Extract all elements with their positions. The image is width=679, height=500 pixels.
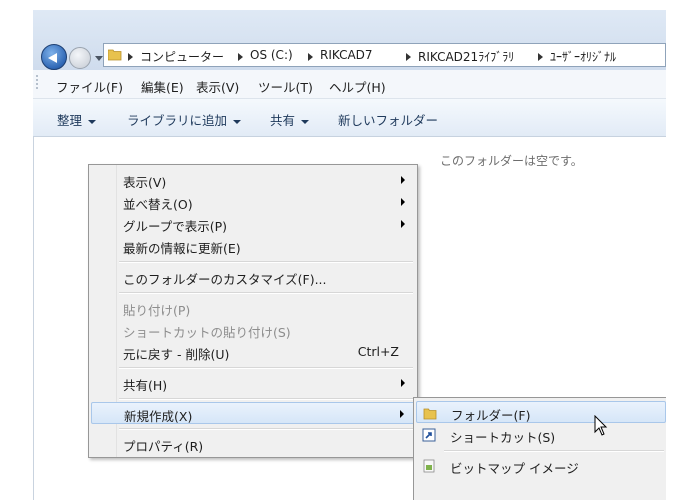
menu-bar-grip <box>36 75 38 91</box>
breadcrumb-rikcad7[interactable]: RIKCAD7 <box>320 48 373 62</box>
command-bar: 整理 ライブラリに追加 共有 新しいフォルダー <box>33 99 666 137</box>
recent-pages-dropdown-icon[interactable] <box>95 56 103 61</box>
menu-tools[interactable]: ツール(T) <box>258 77 313 96</box>
folder-icon <box>423 408 437 420</box>
share-button[interactable]: 共有 <box>270 110 310 129</box>
organize-label: 整理 <box>57 113 83 128</box>
menu-view[interactable]: 表示(V) <box>196 77 239 96</box>
menu-separator <box>119 398 413 400</box>
ctx-item-properties[interactable]: プロパティ(R) <box>91 433 415 455</box>
ctx-item-undo-shortcut: Ctrl+Z <box>357 344 399 359</box>
ctx-item-undo[interactable]: 元に戻す - 削除(U) Ctrl+Z <box>91 341 415 363</box>
organize-button[interactable]: 整理 <box>57 110 97 129</box>
bitmap-image-icon <box>423 459 435 473</box>
breadcrumb-separator-icon[interactable] <box>538 53 543 61</box>
ctx-item-paste-shortcut: ショートカットの貼り付け(S) <box>91 319 415 341</box>
chevron-down-icon <box>88 119 97 124</box>
breadcrumb-separator-icon[interactable] <box>128 53 133 61</box>
submenu-bitmap-label: ビットマップ イメージ <box>450 461 579 476</box>
forward-arrow-icon[interactable] <box>69 47 91 69</box>
menu-separator <box>119 261 413 263</box>
ctx-item-view-label: 表示(V) <box>123 175 167 190</box>
ctx-item-paste: 貼り付け(P) <box>91 297 415 319</box>
ctx-item-new-label: 新規作成(X) <box>124 409 193 424</box>
ctx-item-paste-label: 貼り付け(P) <box>123 303 191 318</box>
ctx-item-refresh[interactable]: 最新の情報に更新(E) <box>91 235 415 257</box>
context-menu: 表示(V) 並べ替え(O) グループで表示(P) 最新の情報に更新(E) このフ… <box>88 164 418 458</box>
menu-separator <box>119 428 413 430</box>
submenu-item-folder[interactable]: フォルダー(F) <box>416 401 666 423</box>
menu-separator <box>119 367 413 369</box>
chevron-down-icon <box>233 119 242 124</box>
breadcrumb-user-original[interactable]: ﾕｰｻﾞｰｵﾘｼﾞﾅﾙ <box>550 48 616 65</box>
share-label: 共有 <box>270 113 296 128</box>
ctx-item-share[interactable]: 共有(H) <box>91 372 415 394</box>
ctx-item-refresh-label: 最新の情報に更新(E) <box>123 241 241 256</box>
breadcrumb-drive-c[interactable]: OS (C:) <box>250 48 293 62</box>
breadcrumb-rikcad21-library[interactable]: RIKCAD21ﾗｲﾌﾞﾗﾘ <box>418 48 514 65</box>
navigation-bar: コンピューター OS (C:) RIKCAD7 RIKCAD21ﾗｲﾌﾞﾗﾘ ﾕ… <box>33 10 666 70</box>
menu-bar: ファイル(F) 編集(E) 表示(V) ツール(T) ヘルプ(H) <box>33 70 666 99</box>
new-folder-button[interactable]: 新しいフォルダー <box>338 110 438 129</box>
ctx-item-sort-by[interactable]: 並べ替え(O) <box>91 191 415 213</box>
submenu-arrow-icon <box>401 220 405 228</box>
empty-folder-message: このフォルダーは空です。 <box>440 154 583 168</box>
mouse-cursor-icon <box>594 415 608 436</box>
ctx-item-paste-shortcut-label: ショートカットの貼り付け(S) <box>123 325 291 340</box>
ctx-item-undo-label: 元に戻す - 削除(U) <box>123 347 230 362</box>
submenu-arrow-icon <box>401 379 405 387</box>
add-to-library-button[interactable]: ライブラリに追加 <box>127 110 242 129</box>
ctx-item-customize-label: このフォルダーのカスタマイズ(F)... <box>123 272 327 287</box>
shortcut-icon <box>422 428 436 442</box>
ctx-item-customize[interactable]: このフォルダーのカスタマイズ(F)... <box>91 266 415 288</box>
menu-separator <box>444 450 664 452</box>
menu-separator <box>119 292 413 294</box>
ctx-item-properties-label: プロパティ(R) <box>123 439 204 454</box>
folder-icon <box>108 49 122 61</box>
ctx-item-group-label: グループで表示(P) <box>123 219 228 234</box>
new-submenu: フォルダー(F) ショートカット(S) ビットマップ イメージ <box>413 397 666 500</box>
ctx-item-share-label: 共有(H) <box>123 378 168 393</box>
add-to-library-label: ライブラリに追加 <box>127 113 228 128</box>
submenu-arrow-icon <box>400 410 404 418</box>
ctx-item-group-by[interactable]: グループで表示(P) <box>91 213 415 235</box>
address-bar[interactable]: コンピューター OS (C:) RIKCAD7 RIKCAD21ﾗｲﾌﾞﾗﾘ ﾕ… <box>103 43 666 67</box>
back-arrow-icon[interactable] <box>41 44 67 70</box>
breadcrumb-separator-icon[interactable] <box>406 53 411 61</box>
submenu-arrow-icon <box>401 198 405 206</box>
submenu-item-bitmap[interactable]: ビットマップ イメージ <box>416 455 666 477</box>
submenu-folder-label: フォルダー(F) <box>451 408 531 423</box>
menu-help[interactable]: ヘルプ(H) <box>329 77 386 96</box>
menu-edit[interactable]: 編集(E) <box>141 77 184 96</box>
ctx-item-new[interactable]: 新規作成(X) <box>91 402 415 424</box>
submenu-shortcut-label: ショートカット(S) <box>450 430 556 445</box>
breadcrumb-separator-icon[interactable] <box>238 53 243 61</box>
submenu-item-shortcut[interactable]: ショートカット(S) <box>416 424 666 446</box>
ctx-item-sort-label: 並べ替え(O) <box>123 197 193 212</box>
ctx-item-view[interactable]: 表示(V) <box>91 169 415 191</box>
menu-file[interactable]: ファイル(F) <box>56 77 123 96</box>
breadcrumb-computer[interactable]: コンピューター <box>140 48 224 65</box>
breadcrumb-separator-icon[interactable] <box>308 53 313 61</box>
submenu-arrow-icon <box>401 176 405 184</box>
chevron-down-icon <box>301 119 310 124</box>
